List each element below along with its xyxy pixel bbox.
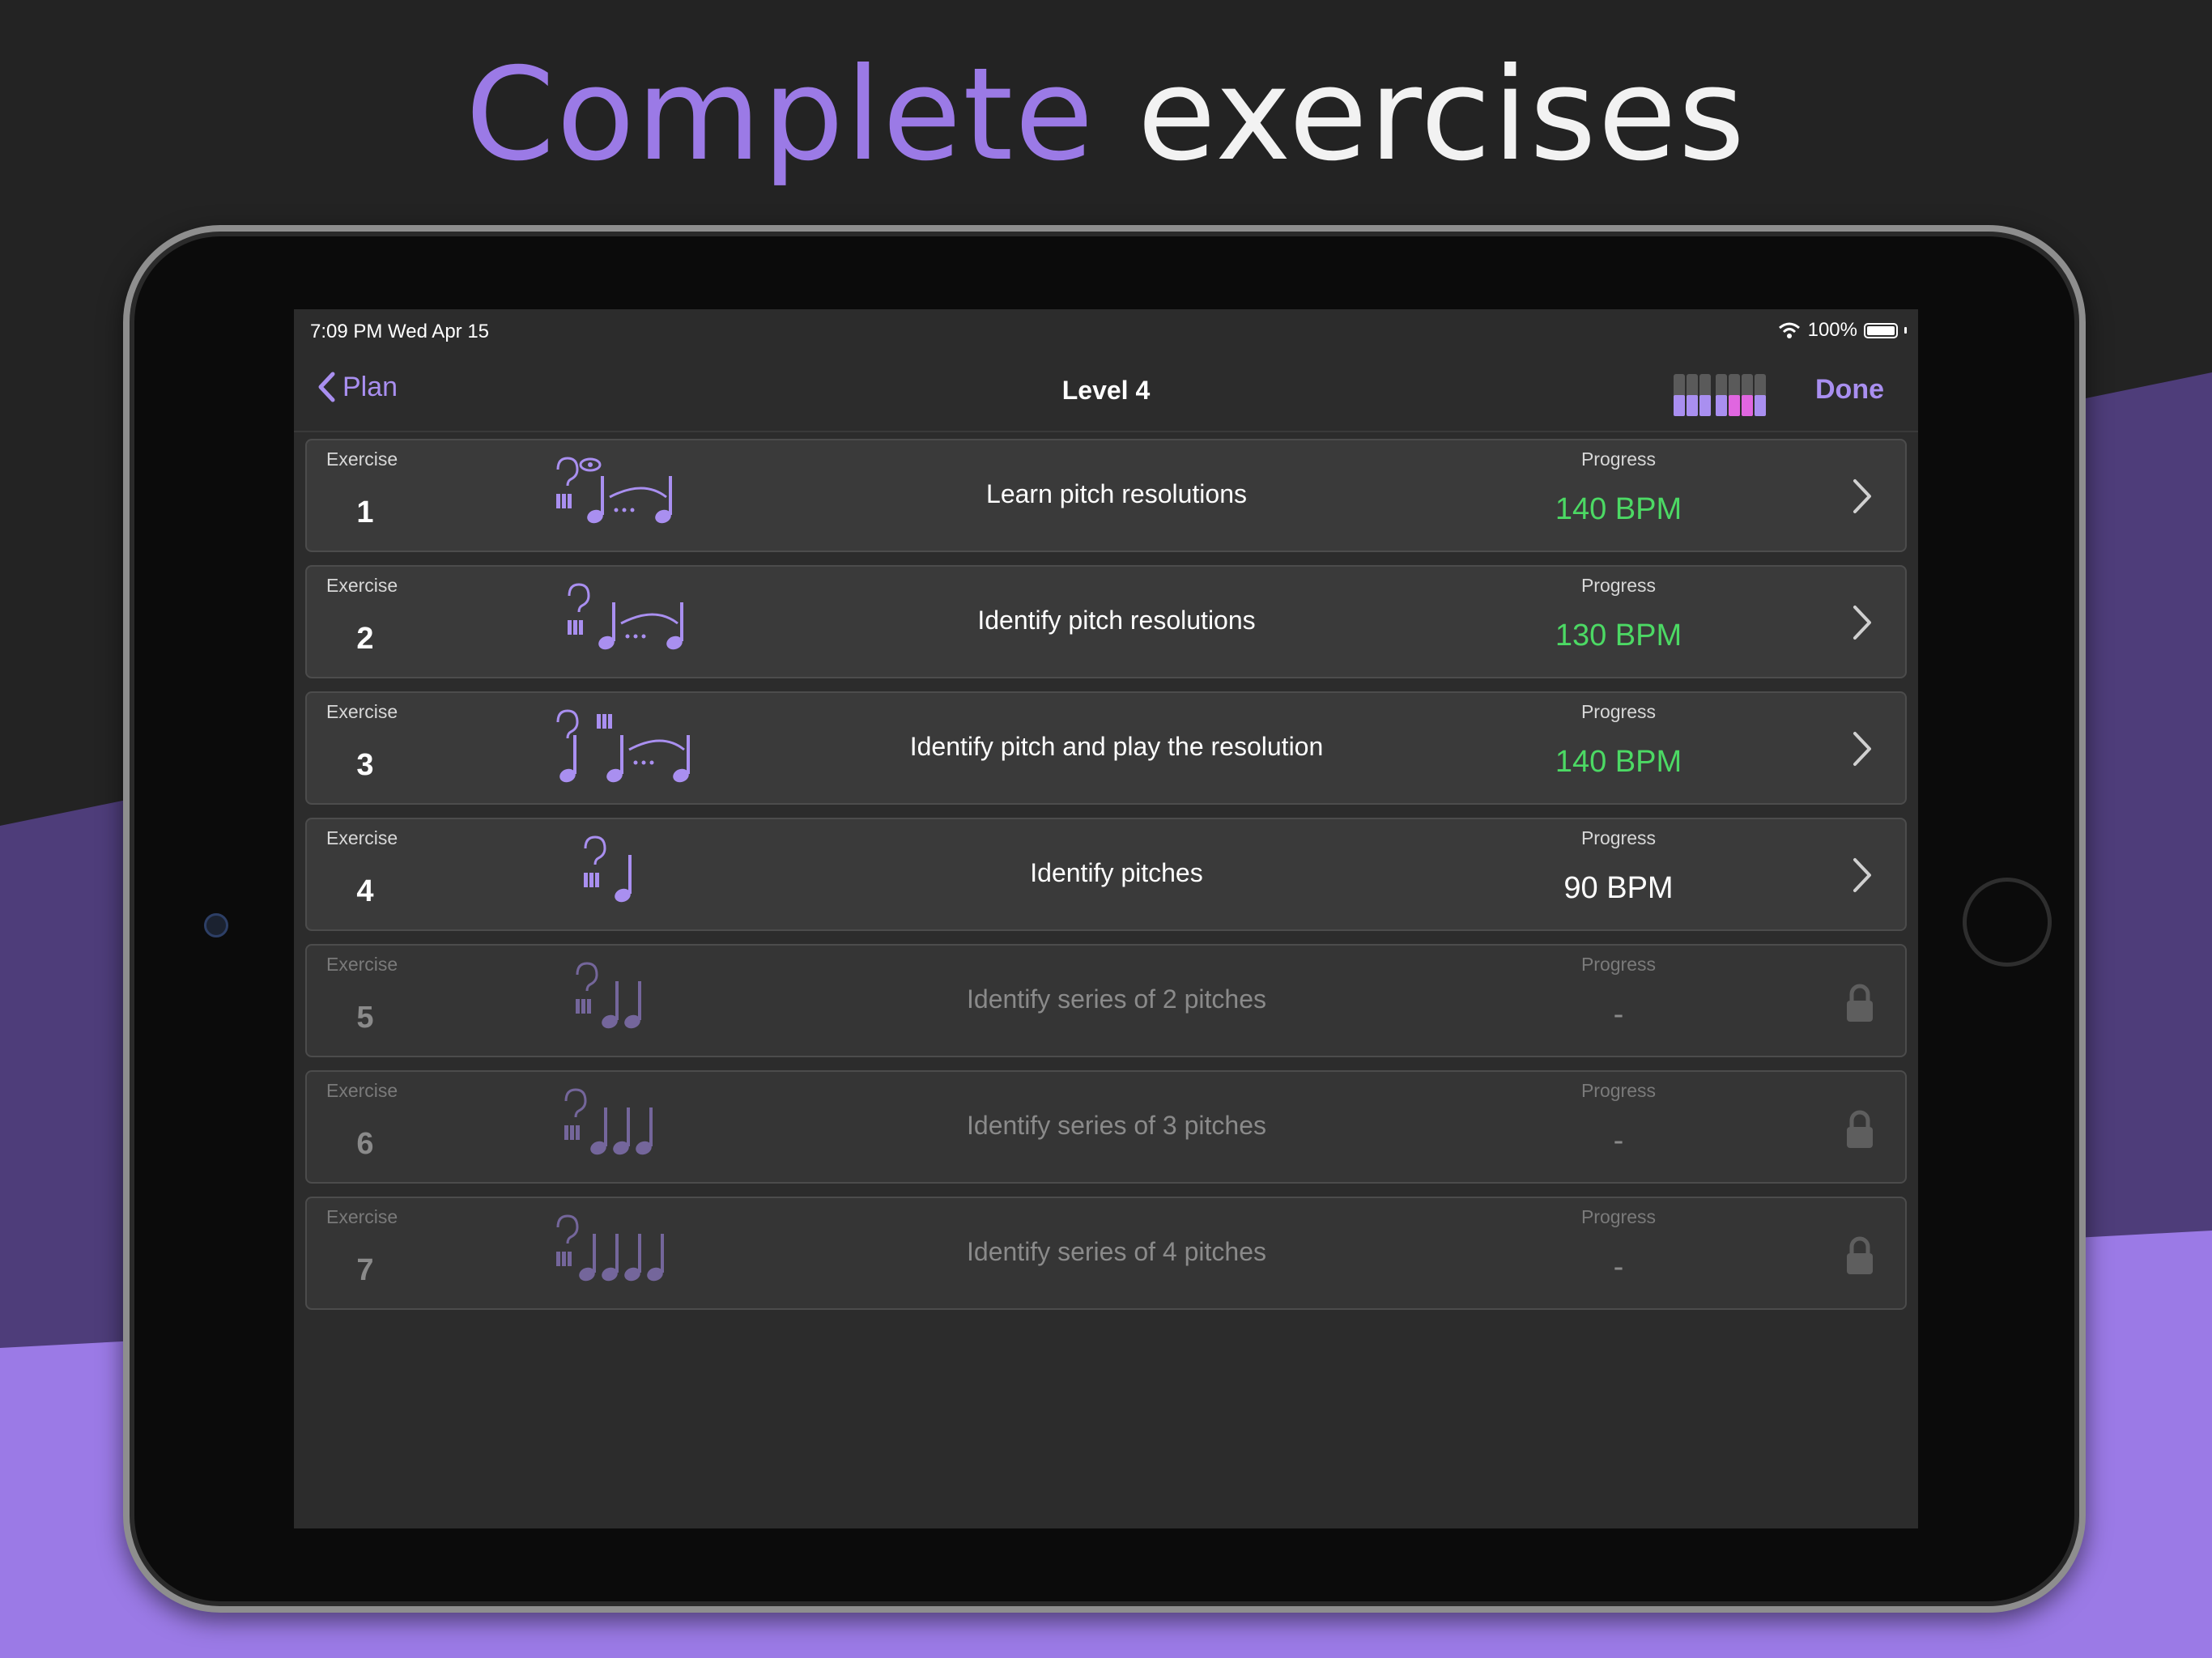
chevron-right-icon: [1853, 732, 1871, 766]
progress-value: 140 BPM: [1555, 745, 1682, 779]
exercise-label: Exercise: [326, 827, 398, 848]
progress-label: Progress: [1580, 1080, 1657, 1101]
exercise-number: 5: [356, 1001, 374, 1035]
notation-icon: [568, 583, 683, 650]
status-time: 7:09 PM Wed Apr 15: [310, 321, 490, 342]
battery-percent: 100%: [1807, 319, 1857, 341]
chevron-right-icon: [1853, 858, 1871, 892]
progress-value: -: [1613, 1250, 1624, 1284]
exercise-row-1[interactable]: Exercise 1 Learn pitch resolutions Progr…: [305, 439, 1907, 552]
status-bar: 7:09 PM Wed Apr 15 100%: [294, 309, 1918, 355]
progress-label: Progress: [1580, 827, 1657, 848]
exercise-number: 4: [356, 874, 374, 908]
exercise-row-4[interactable]: Exercise 4 Identify pitches Progress 90 …: [305, 818, 1907, 931]
progress-label: Progress: [1580, 449, 1657, 470]
exercise-row-7: Exercise 7 Identify series of 4 pitches …: [305, 1197, 1907, 1310]
exercise-title: Identify pitch resolutions: [977, 606, 1256, 635]
exercise-title: Identify series of 4 pitches: [967, 1237, 1266, 1266]
exercise-label: Exercise: [326, 954, 398, 975]
exercise-number: 6: [356, 1127, 374, 1161]
chevron-right-icon: [1853, 479, 1871, 513]
progress-label: Progress: [1580, 954, 1657, 975]
exercise-number: 3: [356, 748, 374, 782]
exercise-row-5: Exercise 5 Identify series of 2 pitches …: [305, 944, 1907, 1057]
notation-icon: [564, 1088, 653, 1155]
notation-icon: [556, 457, 672, 524]
progress-value: -: [1613, 997, 1624, 1031]
chevron-right-icon: [1853, 606, 1871, 640]
battery-icon: [1864, 322, 1898, 338]
exercise-title: Learn pitch resolutions: [986, 479, 1247, 508]
home-button[interactable]: [1963, 878, 2052, 967]
notation-icon: [576, 962, 641, 1029]
exercise-label: Exercise: [326, 575, 398, 596]
exercise-number: 2: [356, 622, 374, 656]
exercise-label: Exercise: [326, 1206, 398, 1227]
headline-accent: Complete: [465, 40, 1095, 189]
exercise-row-3[interactable]: Exercise 3 Identify pitch and play the r…: [305, 691, 1907, 805]
progress-value: 140 BPM: [1555, 492, 1682, 526]
camera-icon: [204, 913, 228, 937]
headline-rest: exercises: [1137, 40, 1747, 189]
exercise-label: Exercise: [326, 701, 398, 722]
progress-value: 90 BPM: [1563, 871, 1674, 905]
exercise-label: Exercise: [326, 449, 398, 470]
marketing-headline: Complete exercises: [0, 40, 2212, 189]
notation-icon: [556, 1214, 664, 1282]
lock-icon: [1847, 1110, 1873, 1148]
done-button[interactable]: Done: [1815, 374, 1884, 406]
wifi-icon: [1778, 322, 1800, 338]
piano-keys-icon[interactable]: [1670, 371, 1767, 419]
exercise-label: Exercise: [326, 1080, 398, 1101]
exercise-title: Identify series of 2 pitches: [967, 984, 1266, 1014]
app-screen: 7:09 PM Wed Apr 15 100% Plan Level 4 Don…: [294, 309, 1918, 1528]
lock-icon: [1847, 1236, 1873, 1274]
exercise-title: Identify series of 3 pitches: [967, 1111, 1266, 1140]
exercise-number: 1: [356, 495, 374, 529]
progress-value: 130 BPM: [1555, 619, 1682, 653]
progress-label: Progress: [1580, 701, 1657, 722]
exercise-row-6: Exercise 6 Identify series of 3 pitches …: [305, 1070, 1907, 1184]
notation-icon: [556, 709, 690, 783]
status-right: 100%: [1777, 319, 1907, 342]
progress-label: Progress: [1580, 1206, 1657, 1227]
lock-icon: [1847, 984, 1873, 1022]
notation-icon: [584, 835, 632, 903]
progress-value: -: [1613, 1124, 1624, 1158]
exercise-title: Identify pitches: [1030, 858, 1203, 887]
exercise-title: Identify pitch and play the resolution: [909, 732, 1324, 761]
progress-label: Progress: [1580, 575, 1657, 596]
exercise-number: 7: [356, 1253, 374, 1287]
navigation-bar: Plan Level 4 Done: [294, 355, 1918, 432]
exercise-list: Exercise 1 Learn pitch resolutions Progr…: [305, 439, 1907, 1323]
battery-tip: [1904, 327, 1907, 334]
exercise-row-2[interactable]: Exercise 2 Identify pitch resolutions Pr…: [305, 565, 1907, 678]
